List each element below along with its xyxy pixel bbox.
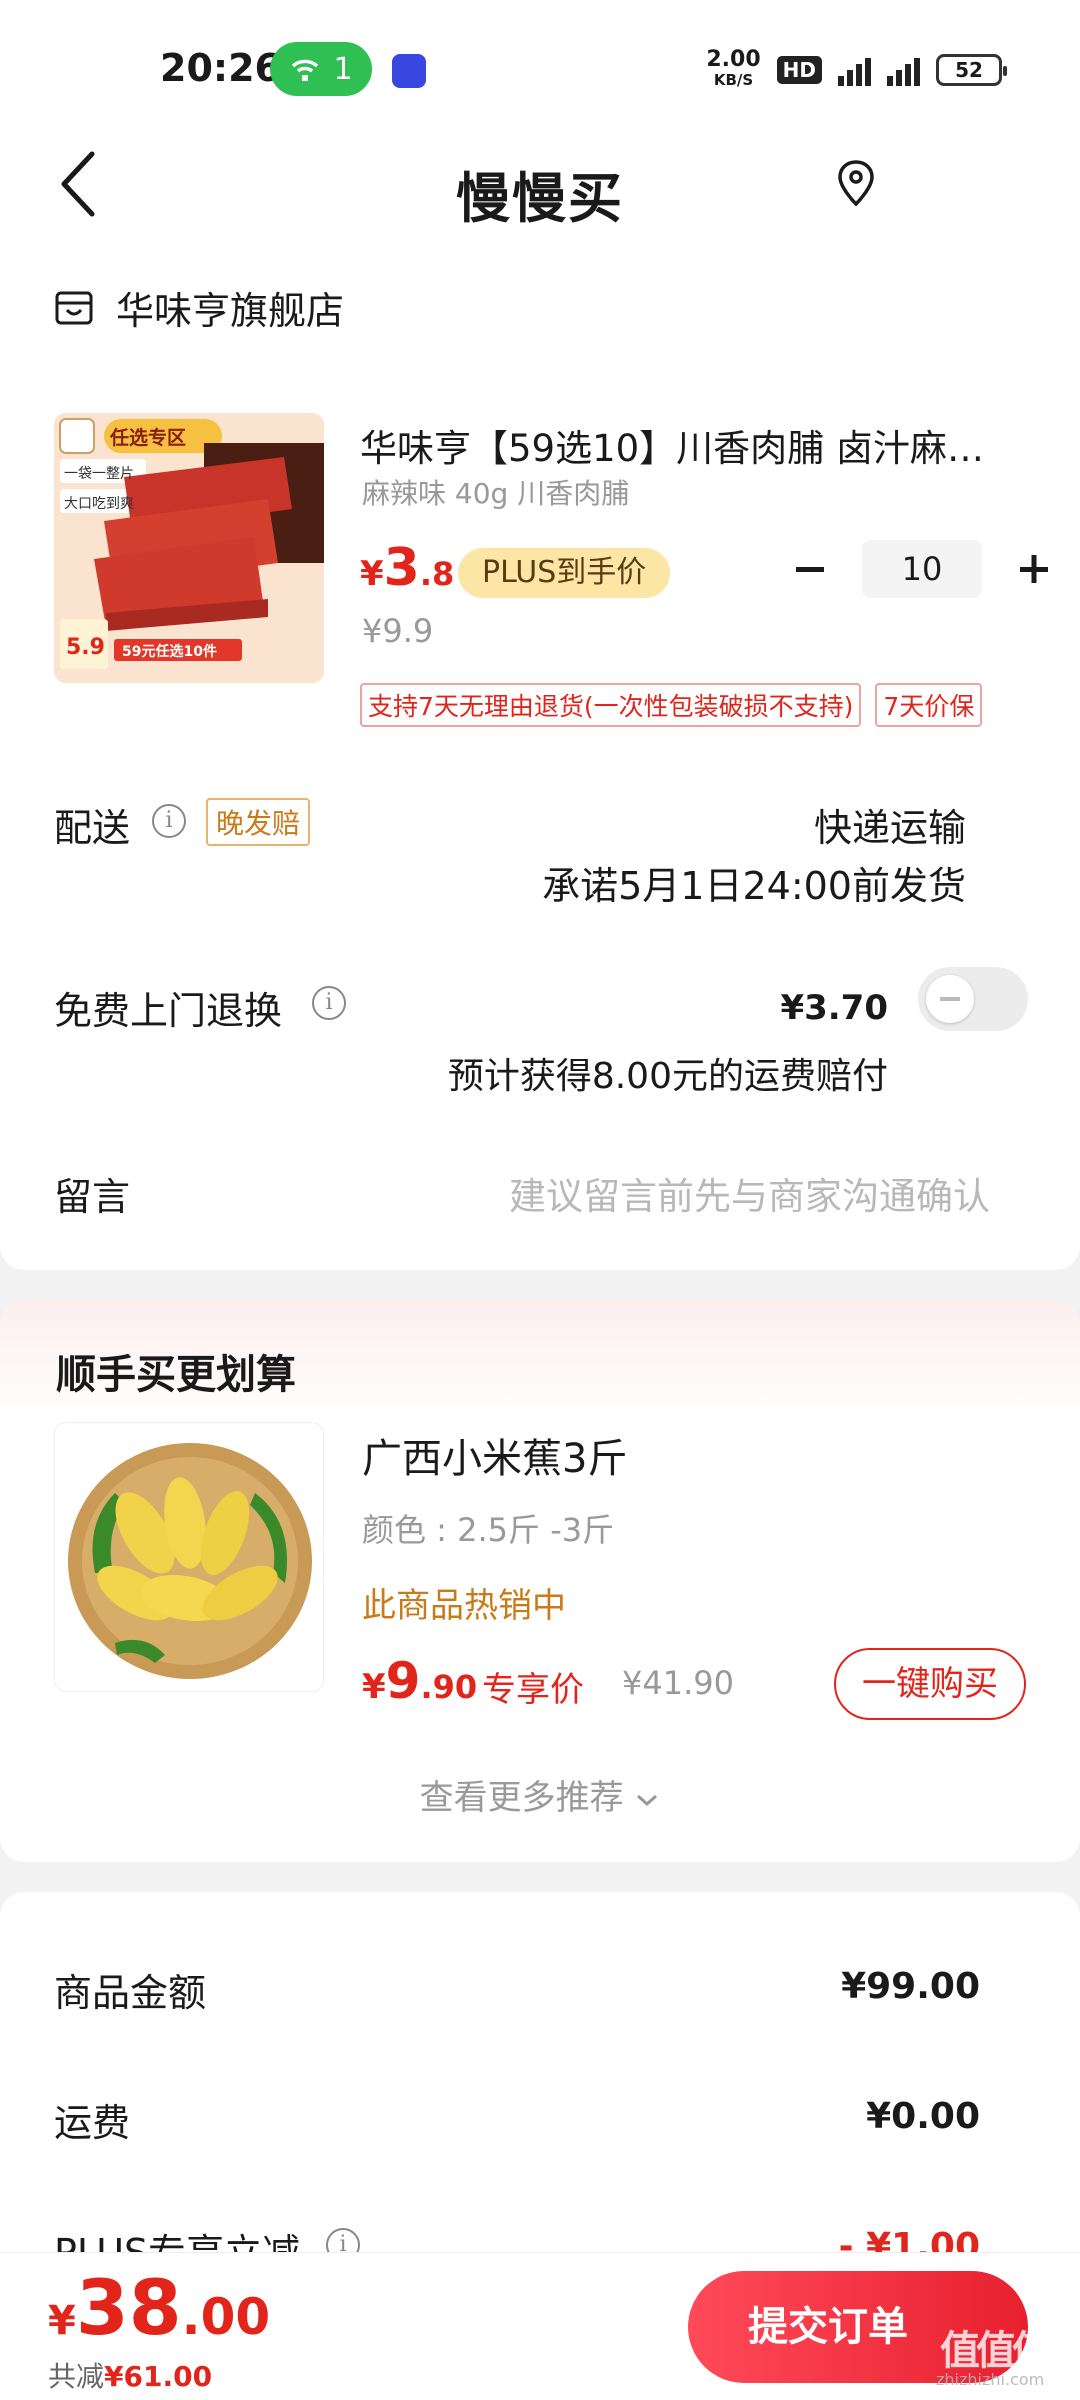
free-return-note: 预计获得8.00元的运费赔付 (447, 1056, 888, 1097)
quantity-stepper: 10 (784, 540, 1060, 598)
signal-5g-icon (838, 54, 871, 86)
store-name: 华味亨旗舰店 (116, 289, 345, 333)
product-spec[interactable]: 麻辣味 40g 川香肉脯 (362, 472, 629, 512)
status-time: 20:26 (160, 46, 281, 90)
speed-unit: KB/S (713, 71, 754, 89)
image-price: 5.9 (66, 635, 105, 660)
late-compensation-tag[interactable]: 晚发赔 (206, 798, 311, 846)
signal-5g-icon-2 (887, 54, 920, 86)
wifi-count: 1 (333, 51, 353, 87)
quantity-input[interactable]: 10 (862, 540, 982, 598)
rec-price-integer: 9 (385, 1652, 421, 1710)
price-protect-tag: 7天价保 (875, 683, 983, 727)
free-return-label: 免费上门退换 (54, 989, 283, 1033)
order-item-card: 华味亨旗舰店 任选专区 一袋一整片 大口吃到爽 5.9 59元任选10件 华味亨… (0, 250, 1080, 1270)
saved-value: ¥61.00 (104, 2360, 213, 2393)
recommend-spec: 颜色 : 2.5斤 -3斤 (362, 1511, 615, 1549)
saved-label: 共减 (48, 2360, 105, 2393)
recommend-original-price: ¥41.90 (622, 1664, 734, 1702)
rec-price-decimal: .90 (420, 1668, 478, 1706)
message-label: 留言 (54, 1175, 131, 1219)
message-input[interactable]: 建议留言前先与商家沟通确认 (509, 1166, 990, 1220)
image-sub1: 一袋一整片 (64, 466, 134, 482)
recommend-card: 顺手买更划算 广西小米蕉3斤 颜色 : 2.5斤 -3斤 此商品热销中 ¥ 9 … (0, 1300, 1080, 1862)
price-decimal: .8 (419, 555, 455, 593)
price-integer: 3 (383, 538, 420, 598)
shipping-promise: 承诺5月1日24:00前发货 (542, 864, 966, 908)
free-return-info-icon[interactable]: i (312, 986, 346, 1020)
free-return-price: ¥3.70 (780, 988, 888, 1028)
total-saved: 共减¥61.00 (48, 2355, 212, 2395)
location-pin-icon[interactable] (836, 158, 876, 210)
image-banner: 任选专区 (110, 427, 187, 449)
store-row[interactable]: 华味亨旗舰店 (54, 280, 344, 335)
battery-icon: 52 (936, 54, 1007, 86)
delivery-label: 配送 (54, 806, 131, 850)
total-decimal: .00 (181, 2288, 271, 2346)
image-sub2: 大口吃到爽 (64, 496, 134, 512)
plus-price-badge: PLUS到手价 (458, 548, 671, 598)
decrease-button[interactable] (784, 543, 836, 595)
total-price: ¥ 38 .00 (48, 2263, 270, 2352)
recommend-image[interactable] (54, 1422, 324, 1692)
total-integer: 38 (75, 2263, 182, 2352)
rec-price-symbol: ¥ (362, 1667, 386, 1707)
more-recommend-link[interactable]: 查看更多推荐 (0, 1770, 1080, 1819)
recommend-title: 顺手买更划算 (56, 1352, 296, 1398)
minus-icon (796, 567, 824, 572)
status-right: 2.00 KB/S HD 52 (706, 47, 1007, 90)
image-footer: 59元任选10件 (122, 644, 217, 660)
hd-icon: HD (776, 56, 822, 84)
banana-illustration (55, 1423, 323, 1691)
delivery-info-icon[interactable]: i (152, 804, 186, 838)
recommend-price: ¥ 9 .90 (362, 1652, 477, 1710)
price-symbol: ¥ (360, 554, 384, 594)
app-notification-icon (392, 54, 426, 88)
total-symbol: ¥ (48, 2298, 76, 2344)
watermark-url: zhizhizhi.com (936, 2370, 1045, 2389)
network-speed: 2.00 KB/S (706, 47, 761, 90)
chevron-down-icon (637, 1794, 658, 1806)
shipping-fee-label: 运费 (54, 2101, 131, 2145)
recommend-name[interactable]: 广西小米蕉3斤 (362, 1426, 627, 1484)
nav-bar: 慢慢买 (0, 120, 1080, 250)
product-price: ¥ 3 .8 (360, 538, 454, 598)
service-tags: 支持7天无理由退货(一次性包装破损不支持) 7天价保 (360, 683, 983, 727)
status-bar: 20:26 1 2.00 KB/S HD 52 (0, 0, 1080, 120)
speed-value: 2.00 (706, 47, 761, 72)
product-image[interactable]: 任选专区 一袋一整片 大口吃到爽 5.9 59元任选10件 (54, 413, 324, 683)
watermark-logo: 值值值 (940, 2328, 1052, 2374)
free-return-toggle[interactable] (918, 967, 1028, 1031)
recommend-hot-label: 此商品热销中 (362, 1586, 566, 1626)
store-icon (55, 291, 93, 324)
original-price: ¥9.9 (362, 612, 434, 650)
hotspot-pill[interactable]: 1 (270, 42, 372, 96)
more-recommend-label: 查看更多推荐 (419, 1778, 624, 1818)
increase-button[interactable] (1008, 543, 1060, 595)
goods-amount-value: ¥99.00 (841, 1966, 980, 2007)
one-click-buy-button[interactable]: 一键购买 (834, 1648, 1026, 1720)
goods-amount-label: 商品金额 (54, 1971, 207, 2015)
shipping-method[interactable]: 快递运输 (814, 797, 966, 852)
shipping-fee-value: ¥0.00 (866, 2096, 980, 2137)
return-policy-tag: 支持7天无理由退货(一次性包装破损不支持) (360, 683, 862, 727)
product-title[interactable]: 华味亨【59选10】川香肉脯 卤汁麻辣味 (360, 418, 1000, 472)
plus-icon (1020, 555, 1048, 583)
wifi-icon (292, 59, 319, 81)
page-title: 慢慢买 (456, 167, 624, 230)
checkout-bar: ¥ 38 .00 共减¥61.00 提交订单 (0, 2252, 1080, 2400)
exclusive-price-label: 专享价 (482, 1670, 584, 1710)
